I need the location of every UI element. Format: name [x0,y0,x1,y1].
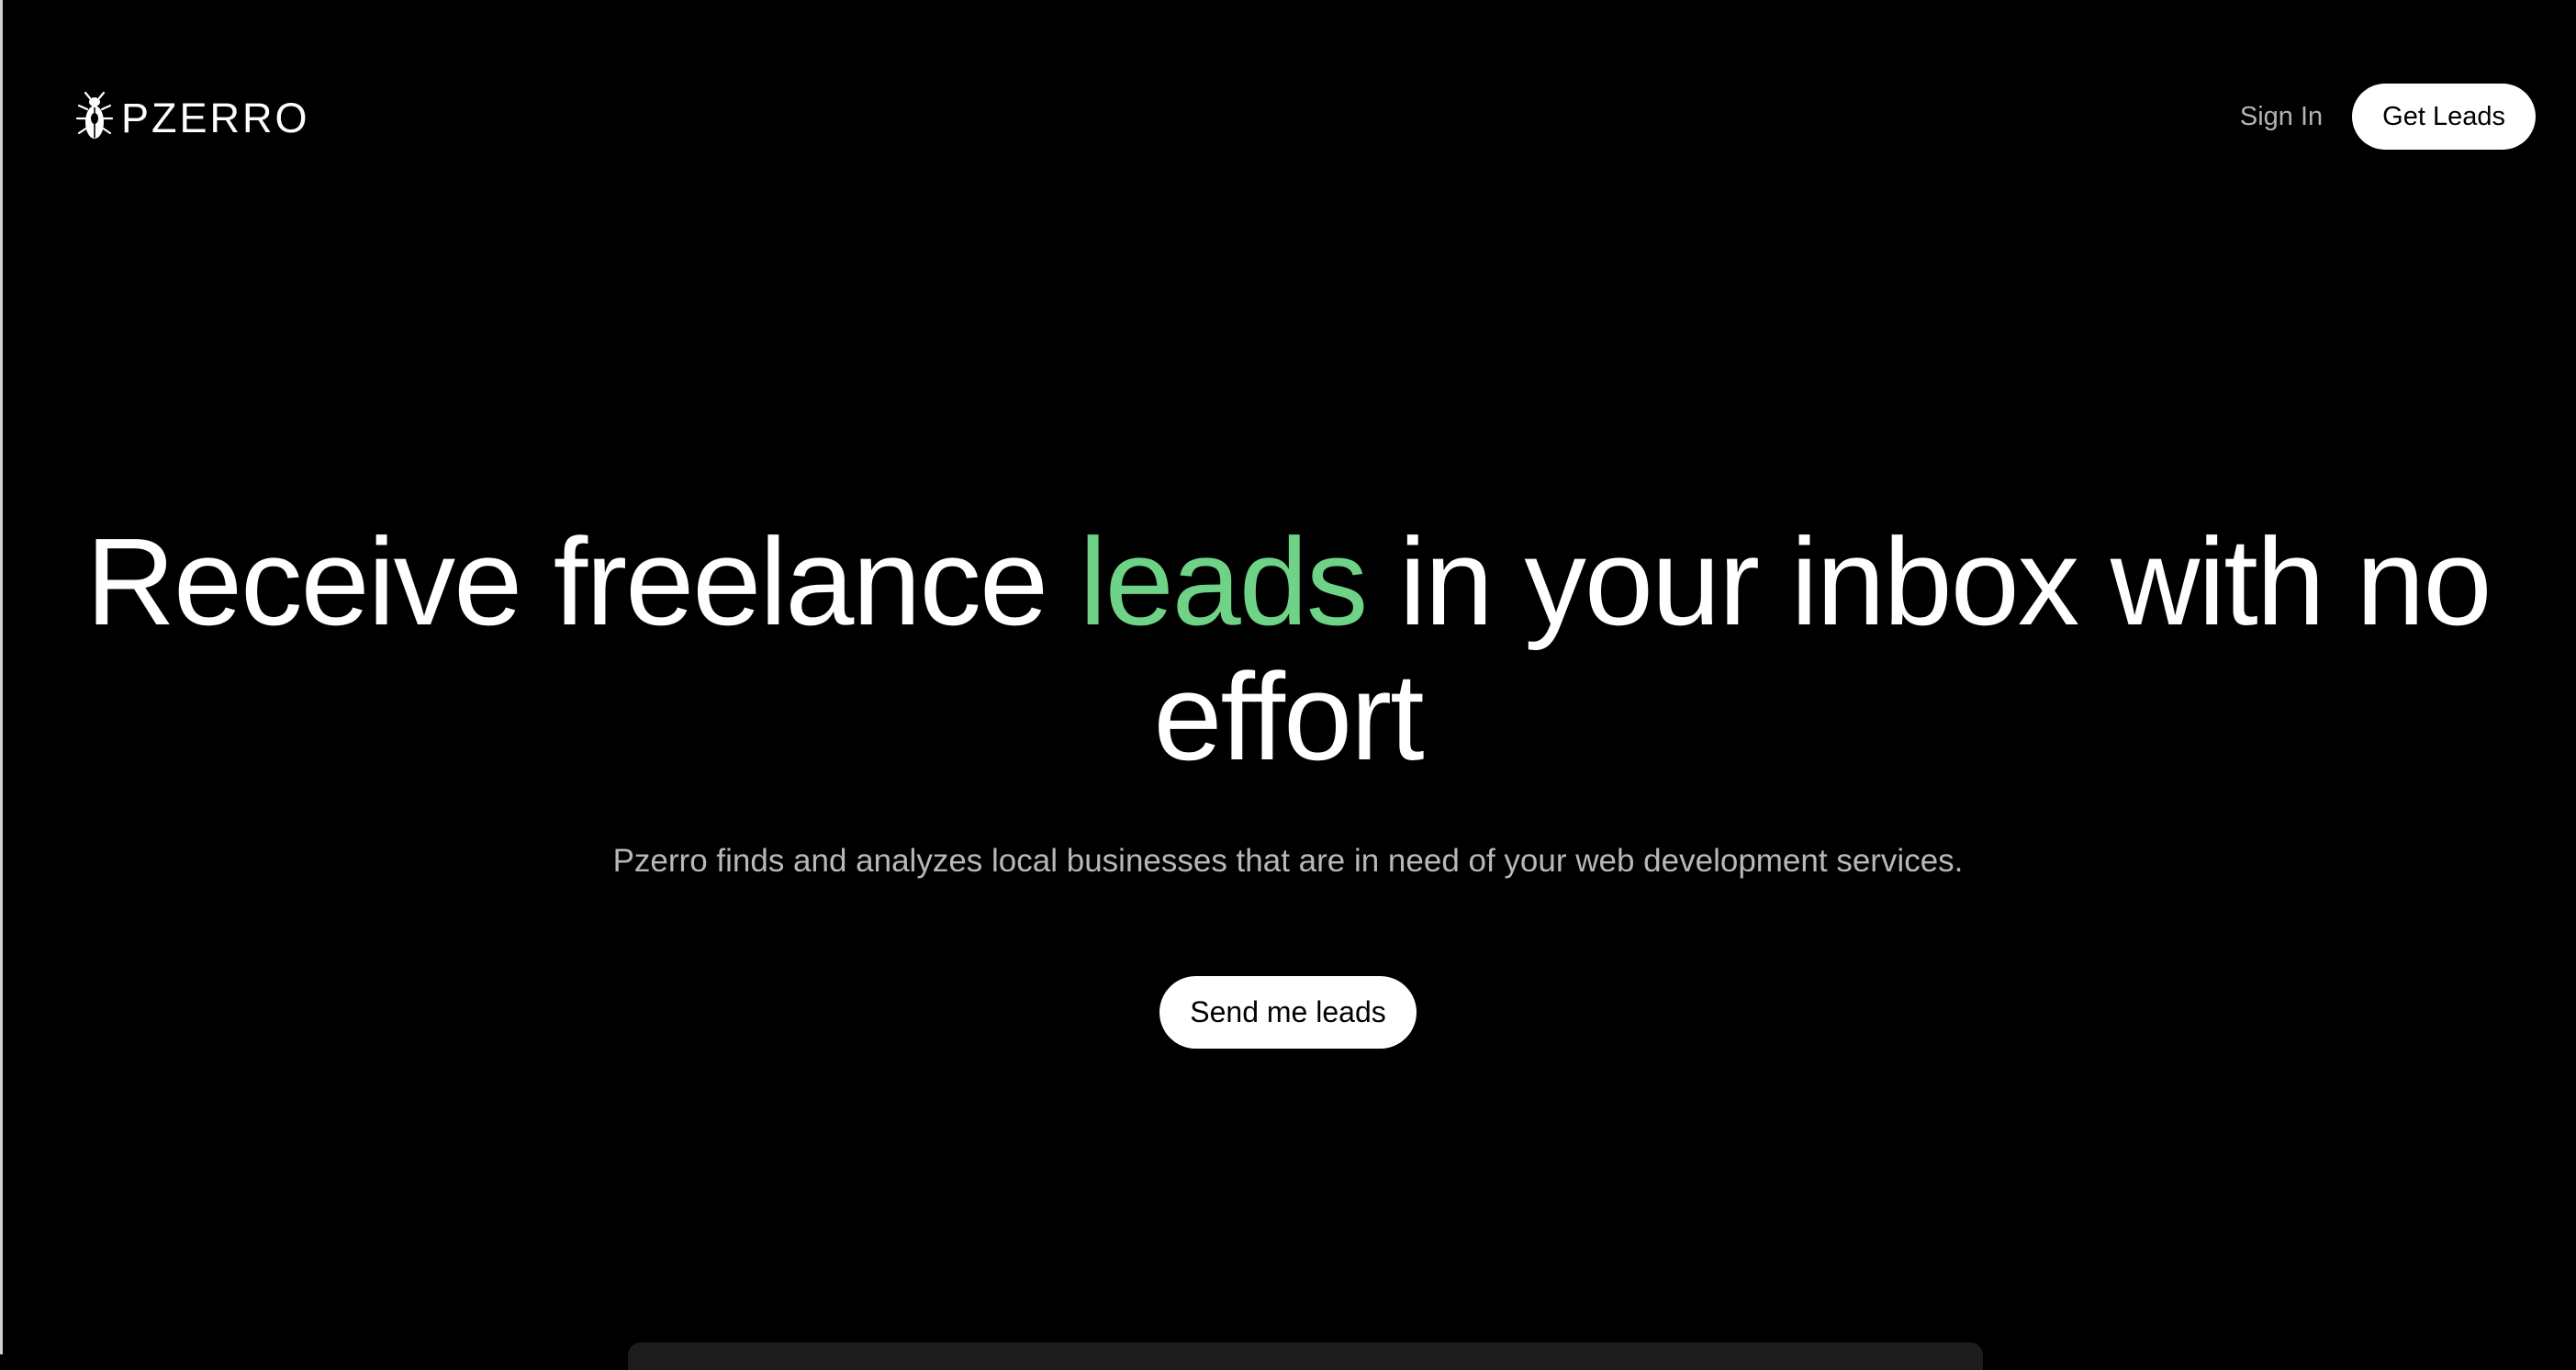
brand-name: PZERRO [121,94,310,141]
cta-container: Send me leads [0,976,2576,1049]
hero-subtitle: Pzerro finds and analyzes local business… [612,843,1964,879]
send-me-leads-button[interactable]: Send me leads [1159,976,1417,1049]
top-navigation: PZERRO Sign In Get Leads [0,0,2576,233]
hero-title: Receive freelance leads in your inbox wi… [0,514,2576,784]
get-leads-button[interactable]: Get Leads [2352,84,2536,150]
app-preview-panel [628,1342,1983,1370]
sign-in-link[interactable]: Sign In [2240,102,2323,132]
brand-logo-link[interactable]: PZERRO [75,88,310,147]
header-actions: Sign In Get Leads [2240,84,2536,150]
hero-title-part1: Receive freelance [85,512,1080,651]
beetle-icon [75,91,114,139]
hero-title-accent: leads [1079,512,1369,651]
